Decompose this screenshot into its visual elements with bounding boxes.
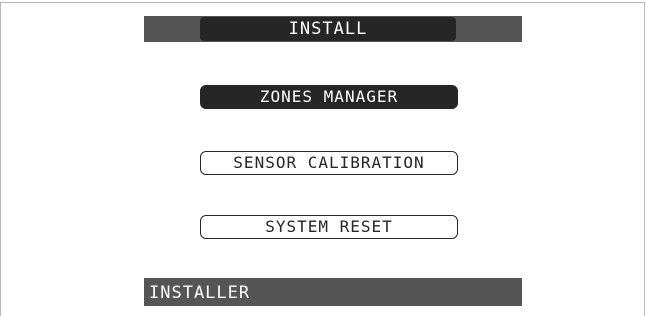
system-reset-button[interactable]: SYSTEM RESET bbox=[200, 215, 458, 239]
footer-bar: INSTALLER bbox=[144, 278, 522, 306]
footer-label: INSTALLER bbox=[149, 283, 251, 303]
sensor-calibration-button[interactable]: SENSOR CALIBRATION bbox=[200, 151, 458, 175]
device-screen: INSTALL ZONES MANAGER SENSOR CALIBRATION… bbox=[144, 16, 522, 306]
header-bar: INSTALL bbox=[144, 16, 522, 42]
page-title: INSTALL bbox=[200, 17, 456, 41]
zones-manager-button[interactable]: ZONES MANAGER bbox=[200, 85, 458, 109]
